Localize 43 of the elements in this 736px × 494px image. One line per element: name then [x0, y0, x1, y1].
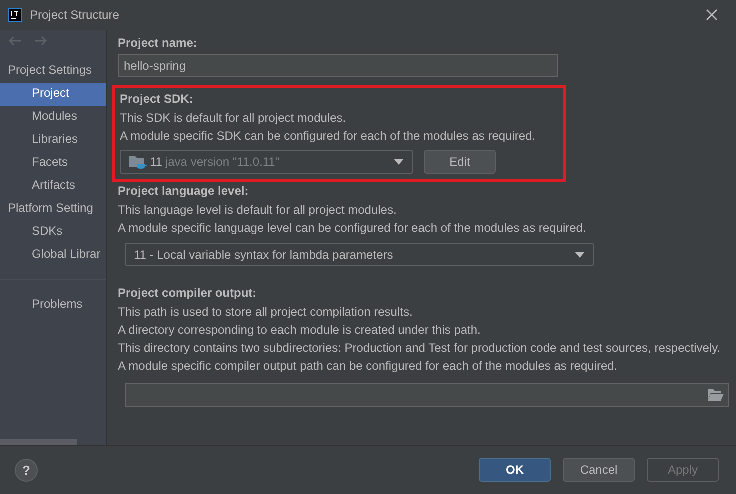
sdk-dropdown[interactable]: 11 java version "11.0.11" [120, 150, 413, 174]
sidebar-item[interactable]: Facets [0, 152, 106, 175]
description-text: A module specific language level can be configured for each of the modules as required. [118, 220, 588, 237]
description-text: This directory contains two subdirectories: Production and Test for production code and test sources, respectively. [118, 340, 722, 357]
sidebar-group-label: Project Settings [7, 62, 94, 79]
sdk-version-text: 11 [150, 155, 162, 169]
folder-icon[interactable] [708, 389, 724, 401]
section-label: Project SDK: [120, 91, 194, 108]
dialog-button[interactable]: Cancel [563, 458, 635, 482]
scrollbar-thumb[interactable] [0, 439, 77, 445]
section-label: Project compiler output: [118, 285, 258, 302]
dialog-button[interactable]: OK [479, 458, 551, 482]
edit-button[interactable]: Edit [424, 150, 496, 174]
description-text: This language level is default for all project modules. [118, 202, 398, 219]
folder-cup-icon [129, 154, 147, 170]
sidebar-item[interactable]: Project [0, 83, 106, 106]
output-path-field[interactable] [125, 383, 729, 407]
sidebar-item[interactable]: Modules [0, 106, 106, 129]
caret-icon [394, 159, 404, 165]
language-level-dropdown[interactable]: 11 - Local variable syntax for lambda parameters [125, 243, 594, 266]
text-field[interactable]: hello-spring [118, 54, 558, 77]
description-text: A module specific SDK can be configured for each of the modules as required. [120, 128, 537, 145]
sidebar-item[interactable]: Artifacts [0, 175, 106, 198]
caret-icon [575, 252, 585, 258]
back-arrow-icon[interactable] [8, 36, 22, 46]
description-text: This path is used to store all project compilation results. [118, 304, 414, 321]
sdk-detail-text: java version "11.0.11" [165, 155, 281, 169]
window-title: Project Structure [30, 8, 120, 22]
forward-arrow-icon[interactable] [34, 36, 48, 46]
sidebar-item[interactable]: Global Librar [0, 244, 106, 267]
sidebar-item[interactable]: SDKs [0, 221, 106, 244]
description-text: This SDK is default for all project modules. [120, 110, 348, 127]
close-button[interactable] [704, 7, 720, 23]
help-button[interactable]: ? [15, 458, 38, 482]
section-label: Project name: [118, 35, 198, 52]
sidebar-item[interactable]: Libraries [0, 129, 106, 152]
description-text: A directory corresponding to each module is created under this path. [118, 322, 482, 339]
sidebar-group-label: Platform Setting [7, 200, 94, 217]
app-logo-icon [8, 8, 22, 22]
dropdown-value: 11 - Local variable syntax for lambda parameters [134, 248, 394, 262]
sidebar-item[interactable]: Problems [0, 294, 106, 317]
description-text: A module specific compiler output path can be configured for each of the modules as required. [118, 358, 619, 375]
section-label: Project language level: [118, 183, 250, 200]
